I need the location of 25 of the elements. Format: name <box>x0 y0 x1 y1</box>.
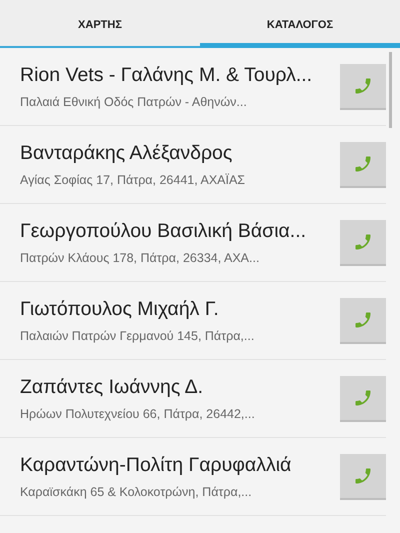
contact-address: Καραϊσκάκη 65 & Κολοκοτρώνη, Πάτρα,... <box>20 485 253 499</box>
scrollbar[interactable] <box>389 52 392 128</box>
contact-address: Παλαιά Εθνική Οδός Πατρών - Αθηνών... <box>20 95 248 109</box>
contact-name: Ζαπάντες Ιωάννης Δ. <box>20 376 204 399</box>
phone-icon <box>353 76 373 96</box>
contact-name: Καραντώνη-Πολίτη Γαρυφαλλιά <box>20 454 292 477</box>
contact-name: Rion Vets - Γαλάνης Μ. & Τουρλ... <box>20 64 314 87</box>
call-button[interactable] <box>340 142 386 188</box>
call-button[interactable] <box>340 376 386 422</box>
phone-icon <box>353 466 373 486</box>
contact-address: Αγίας Σοφίας 17, Πάτρα, 26441, ΑΧΑΪΑΣ <box>20 173 246 187</box>
call-button[interactable] <box>340 454 386 500</box>
call-button[interactable] <box>340 220 386 266</box>
contact-address: Πατρών Κλάους 178, Πάτρα, 26334, ΑΧΑ... <box>20 251 260 265</box>
contact-address: Παλαιών Πατρών Γερμανού 145, Πάτρα,... <box>20 329 256 343</box>
call-button[interactable] <box>340 298 386 344</box>
phone-icon <box>353 154 373 174</box>
call-button[interactable] <box>340 64 386 110</box>
phone-icon <box>353 388 373 408</box>
phone-icon <box>353 232 373 252</box>
contact-name: Γεωργοπούλου Βασιλική Βάσια... <box>20 220 308 243</box>
contact-name: Βανταράκης Αλέξανδρος <box>20 142 234 165</box>
phone-icon <box>353 310 373 330</box>
contact-address: Ηρώων Πολυτεχνείου 66, Πάτρα, 26442,... <box>20 407 256 421</box>
contact-name: Γιωτόπουλος Μιχαήλ Γ. <box>20 298 220 321</box>
